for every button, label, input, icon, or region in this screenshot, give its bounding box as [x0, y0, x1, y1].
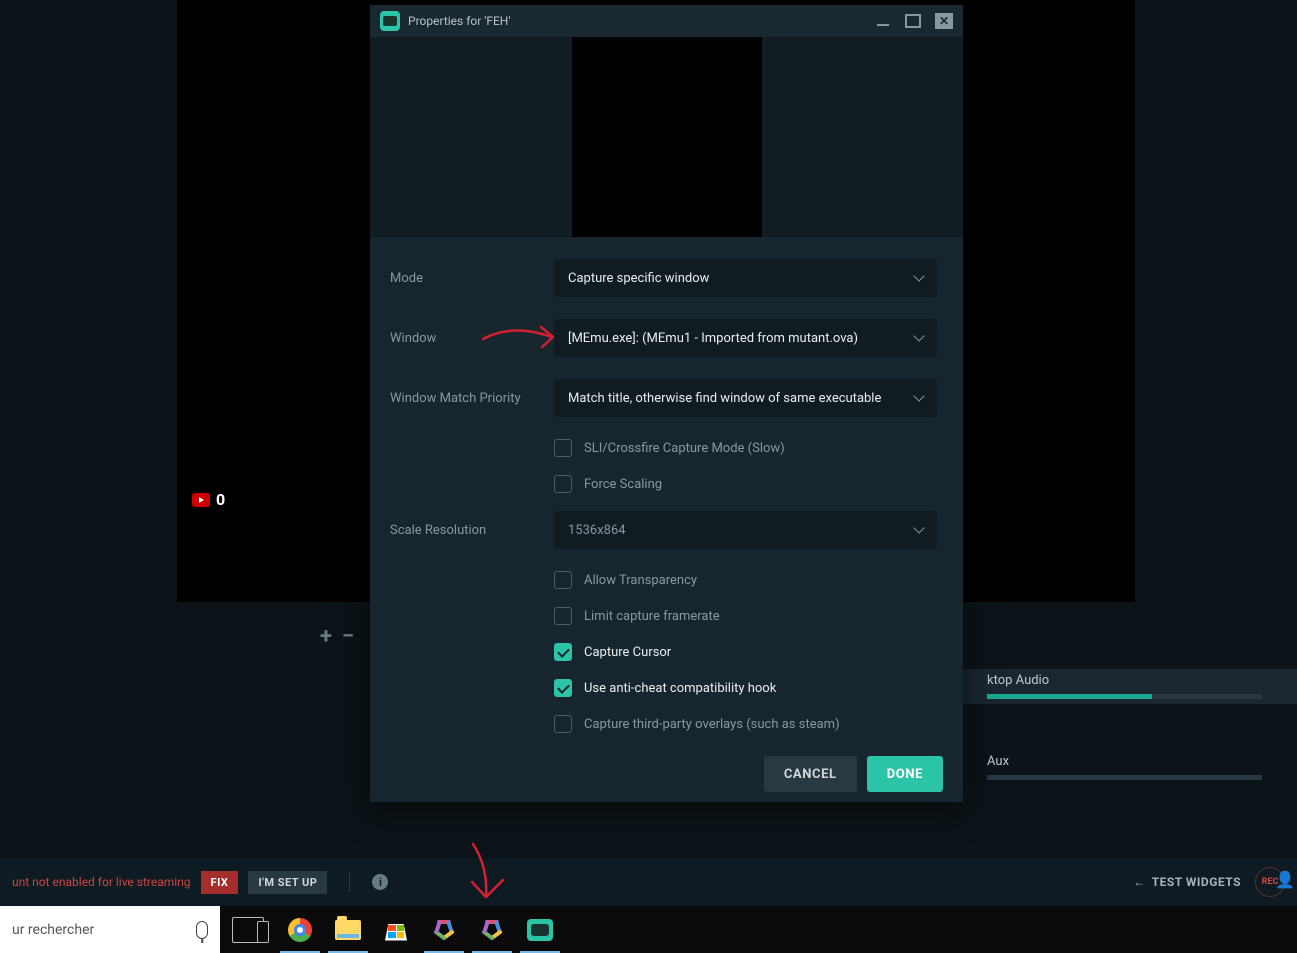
viewer-count: 0: [192, 490, 225, 509]
task-view-button[interactable]: [232, 917, 264, 943]
anticheat-checkbox[interactable]: [554, 679, 572, 697]
mode-value: Capture specific window: [568, 271, 709, 286]
youtube-icon: [192, 493, 210, 507]
arrow-left-icon: ←: [1133, 875, 1146, 889]
taskbar-explorer[interactable]: [324, 906, 372, 953]
chevron-down-icon: [913, 522, 924, 533]
taskbar-app2[interactable]: [468, 906, 516, 953]
test-widgets-button[interactable]: ← TEST WIDGETS: [1133, 875, 1241, 889]
folder-icon: [335, 920, 361, 940]
priority-label: Window Match Priority: [390, 391, 554, 406]
dialog-titlebar[interactable]: Properties for 'FEH' ✕: [370, 5, 963, 37]
capture-cursor-label: Capture Cursor: [584, 645, 671, 660]
mixer-desktop-meter: [987, 694, 1262, 699]
priority-select[interactable]: Match title, otherwise find window of sa…: [554, 379, 937, 417]
overlays-checkbox[interactable]: [554, 715, 572, 733]
remove-source-button[interactable]: −: [342, 624, 354, 649]
taskbar-chrome[interactable]: [276, 906, 324, 953]
force-scaling-label: Force Scaling: [584, 477, 662, 492]
overlays-label: Capture third-party overlays (such as st…: [584, 717, 840, 732]
add-source-button[interactable]: +: [320, 624, 332, 649]
done-button[interactable]: DONE: [867, 756, 943, 792]
chevron-down-icon: [913, 390, 924, 401]
transparency-label: Allow Transparency: [584, 573, 697, 588]
cancel-button[interactable]: CANCEL: [764, 756, 857, 792]
app-icon: [380, 11, 400, 31]
taskbar-streamlabs[interactable]: [516, 906, 564, 953]
window-value: [MEmu.exe]: (MEmu1 - Imported from mutan…: [568, 331, 858, 346]
mixer-desktop-label: ktop Audio: [987, 673, 1049, 688]
mixer-aux-meter: [987, 775, 1262, 780]
contacts-icon[interactable]: 👤: [1275, 870, 1295, 889]
taskbar: ur rechercher: [0, 906, 1297, 953]
pentagon-icon: [432, 918, 456, 942]
minimize-button[interactable]: [875, 14, 891, 28]
scale-select[interactable]: 1536x864: [554, 511, 937, 549]
window-select[interactable]: [MEmu.exe]: (MEmu1 - Imported from mutan…: [554, 319, 937, 357]
anticheat-label: Use anti-cheat compatibility hook: [584, 681, 776, 696]
close-button[interactable]: ✕: [935, 13, 953, 29]
status-bar: unt not enabled for live streaming FIX I…: [0, 858, 1297, 906]
test-widgets-label: TEST WIDGETS: [1152, 875, 1241, 889]
limit-framerate-checkbox[interactable]: [554, 607, 572, 625]
chrome-icon: [288, 918, 312, 942]
window-label: Window: [390, 331, 554, 346]
mode-select[interactable]: Capture specific window: [554, 259, 937, 297]
fix-button[interactable]: FIX: [201, 871, 239, 894]
priority-value: Match title, otherwise find window of sa…: [568, 391, 881, 406]
source-preview: [370, 37, 963, 237]
pentagon-icon: [480, 918, 504, 942]
viewer-count-value: 0: [216, 490, 225, 509]
taskbar-app1[interactable]: [420, 906, 468, 953]
search-placeholder: ur rechercher: [12, 922, 94, 938]
source-preview-content: [572, 37, 762, 237]
info-icon[interactable]: i: [372, 874, 388, 890]
properties-dialog: Properties for 'FEH' ✕ Mode Capture spec…: [370, 5, 963, 802]
sli-label: SLI/Crossfire Capture Mode (Slow): [584, 441, 785, 456]
limit-framerate-label: Limit capture framerate: [584, 609, 720, 624]
maximize-button[interactable]: [905, 14, 921, 28]
streamlabs-icon: [527, 919, 553, 941]
microphone-icon[interactable]: [196, 921, 208, 939]
chevron-down-icon: [913, 330, 924, 341]
sli-checkbox[interactable]: [554, 439, 572, 457]
dialog-title: Properties for 'FEH': [408, 14, 510, 28]
transparency-checkbox[interactable]: [554, 571, 572, 589]
im-set-up-button[interactable]: I'M SET UP: [248, 871, 327, 894]
mode-label: Mode: [390, 271, 554, 286]
capture-cursor-checkbox[interactable]: [554, 643, 572, 661]
force-scaling-checkbox[interactable]: [554, 475, 572, 493]
store-icon: [385, 919, 407, 941]
mixer-aux[interactable]: Aux: [962, 750, 1297, 785]
mixer-aux-label: Aux: [987, 754, 1009, 769]
chevron-down-icon: [913, 270, 924, 281]
scale-value: 1536x864: [568, 523, 626, 538]
scale-label: Scale Resolution: [390, 523, 554, 538]
mixer-desktop-audio[interactable]: ktop Audio: [962, 669, 1297, 704]
taskbar-search[interactable]: ur rechercher: [0, 906, 220, 953]
divider: [349, 872, 350, 892]
taskbar-store[interactable]: [372, 906, 420, 953]
status-warning: unt not enabled for live streaming: [12, 875, 191, 889]
